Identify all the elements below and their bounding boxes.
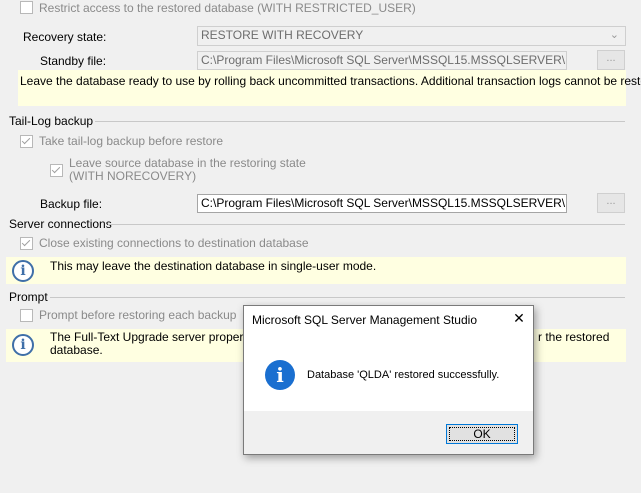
single-user-note: i This may leave the destination databas… <box>6 257 626 284</box>
info-icon: i <box>12 334 34 356</box>
close-icon[interactable]: ✕ <box>510 310 528 327</box>
tail-log-section-title: Tail-Log backup <box>9 114 94 128</box>
dialog-message: Database 'QLDA' restored successfully. <box>307 369 500 381</box>
leave-source-checkbox[interactable] <box>50 164 63 177</box>
ok-button[interactable]: OK <box>446 424 518 444</box>
recovery-state-select[interactable]: RESTORE WITH RECOVERY ⌄ <box>197 26 626 46</box>
recovery-note: Leave the database ready to use by rolli… <box>18 70 641 106</box>
backup-file-input[interactable]: C:\Program Files\Microsoft SQL Server\MS… <box>197 194 567 213</box>
prompt-section-title: Prompt <box>9 290 48 304</box>
take-tail-log-label: Take tail-log backup before restore <box>39 134 224 148</box>
prompt-before-restore-label: Prompt before restoring each backup <box>39 308 237 322</box>
close-connections-label: Close existing connections to destinatio… <box>39 236 309 250</box>
leave-source-label-line2: (WITH NORECOVERY) <box>69 169 197 183</box>
standby-file-input[interactable]: C:\Program Files\Microsoft SQL Server\MS… <box>197 51 567 70</box>
server-connections-divider <box>108 224 625 225</box>
single-user-note-text: This may leave the destination database … <box>50 259 377 273</box>
close-connections-checkbox[interactable] <box>20 237 33 250</box>
backup-file-label: Backup file: <box>40 197 103 211</box>
dialog-title: Microsoft SQL Server Management Studio <box>252 313 477 327</box>
full-text-note-line1-left: The Full-Text Upgrade server property co <box>50 330 269 344</box>
tail-log-divider <box>95 121 625 122</box>
take-tail-log-checkbox[interactable] <box>20 135 33 148</box>
info-icon: i <box>12 260 34 282</box>
standby-file-label: Standby file: <box>40 54 107 68</box>
prompt-before-restore-checkbox[interactable] <box>20 309 33 322</box>
restrict-access-label: Restrict access to the restored database… <box>39 1 416 15</box>
prompt-divider <box>50 297 625 298</box>
restrict-access-checkbox[interactable] <box>20 1 33 14</box>
leave-source-label-line1: Leave source database in the restoring s… <box>69 156 306 170</box>
server-connections-section-title: Server connections <box>9 217 112 231</box>
full-text-note-line2: database. <box>50 343 103 357</box>
chevron-down-icon: ⌄ <box>609 29 619 41</box>
recovery-note-text: Leave the database ready to use by rolli… <box>20 74 641 88</box>
recovery-state-value: RESTORE WITH RECOVERY <box>201 28 364 42</box>
backup-file-browse-button[interactable]: ... <box>597 193 625 213</box>
standby-file-browse-button[interactable]: ... <box>597 50 625 70</box>
recovery-state-label: Recovery state: <box>23 30 107 44</box>
info-icon: i <box>265 360 295 390</box>
full-text-note-line1-right: r the restored <box>538 330 610 344</box>
success-dialog: Microsoft SQL Server Management Studio ✕… <box>243 305 534 455</box>
